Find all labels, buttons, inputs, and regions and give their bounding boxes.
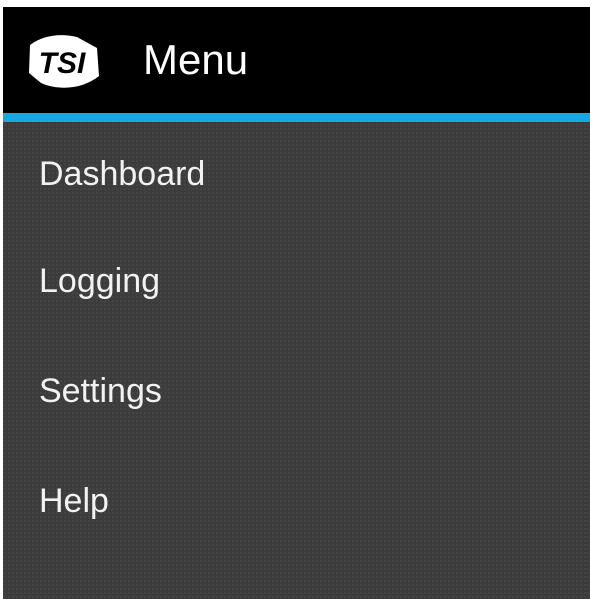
menu-list: Dashboard Logging Settings Help — [3, 122, 590, 556]
menu-item-logging[interactable]: Logging — [3, 226, 590, 336]
header-accent-bar — [3, 113, 590, 122]
menu-header: TSI Menu — [3, 7, 590, 113]
menu-item-help[interactable]: Help — [3, 446, 590, 556]
menu-item-label: Logging — [39, 261, 161, 300]
menu-item-label: Settings — [39, 371, 162, 410]
tsi-logo-icon: TSI — [29, 35, 99, 88]
menu-item-settings[interactable]: Settings — [3, 336, 590, 446]
menu-panel: TSI Menu Dashboard Logging Settings Help — [3, 7, 590, 599]
menu-item-dashboard[interactable]: Dashboard — [3, 122, 590, 226]
svg-text:TSI: TSI — [39, 47, 86, 80]
menu-item-label: Help — [39, 481, 109, 520]
page-title: Menu — [143, 36, 249, 83]
menu-item-label: Dashboard — [39, 154, 206, 193]
